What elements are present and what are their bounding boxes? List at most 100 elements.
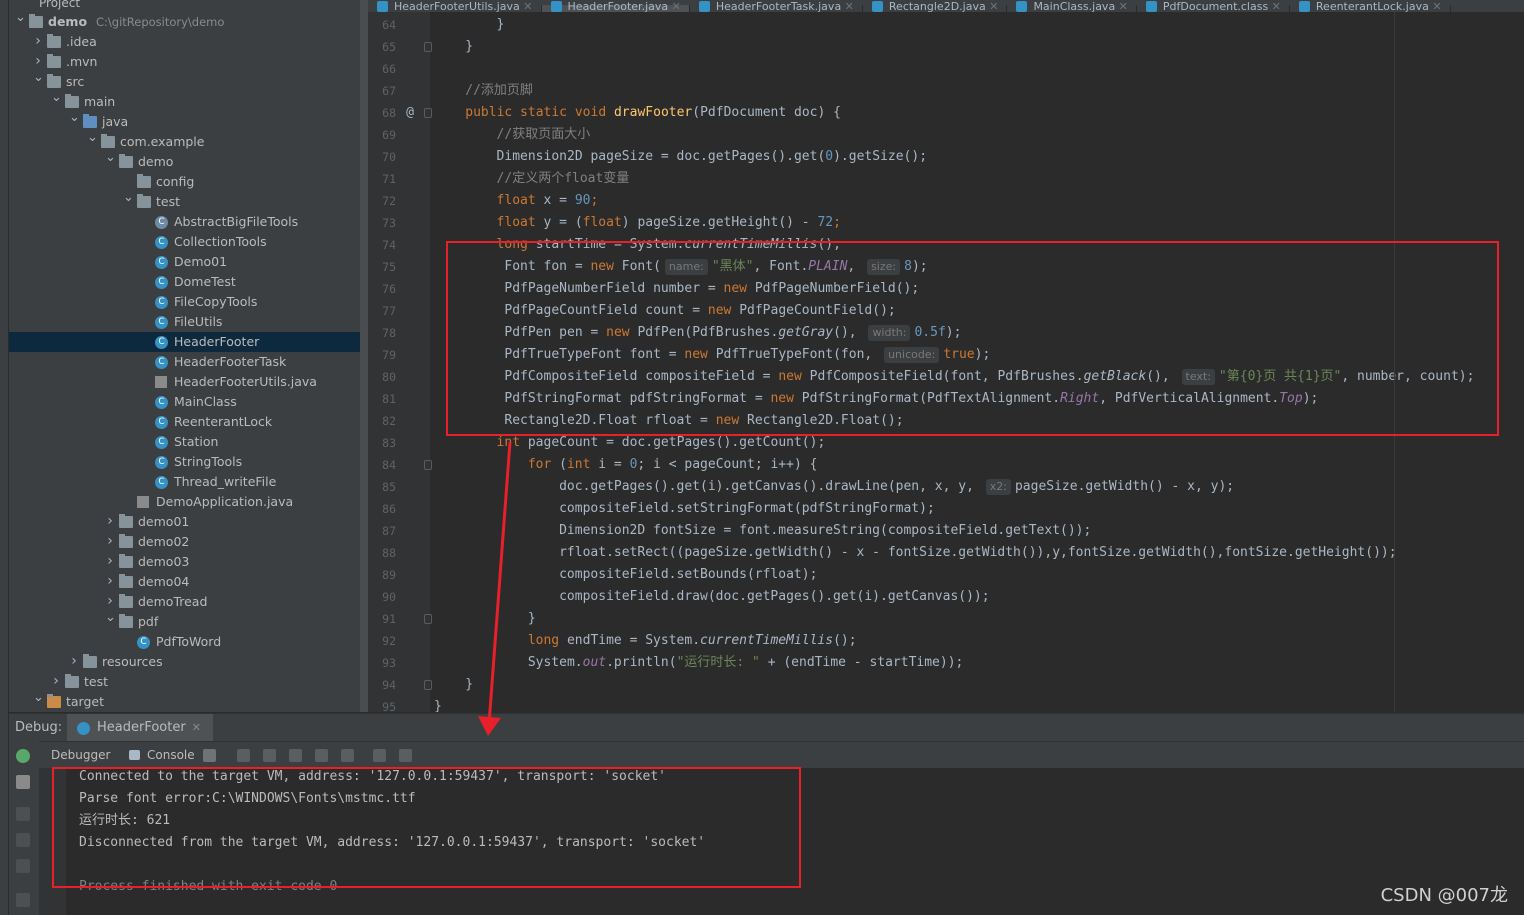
tree-item-java[interactable]: ⌄ java — [9, 111, 368, 132]
fold-icon[interactable] — [424, 614, 432, 624]
tree-item-dometest[interactable]: C DomeTest — [9, 272, 368, 292]
editor-tab[interactable]: Rectangle2D.java ✕ — [863, 1, 1008, 12]
chevron-down-icon[interactable]: ⌄ — [105, 151, 116, 164]
chevron-right-icon[interactable]: › — [105, 572, 115, 591]
code-editor[interactable]: }}//添加页脚 public static void drawFooter(Pd… — [430, 12, 1524, 712]
tree-item-resources[interactable]: › resources — [9, 652, 368, 672]
chevron-down-icon[interactable]: ⌄ — [105, 611, 116, 624]
close-icon[interactable]: ✕ — [1429, 0, 1441, 12]
chevron-right-icon[interactable]: › — [105, 552, 115, 571]
tree-item-demo03[interactable]: › demo03 — [9, 552, 368, 572]
project-scrollbar[interactable] — [360, 0, 368, 712]
tree-item-demo04[interactable]: › demo04 — [9, 572, 368, 592]
more-icon[interactable] — [16, 893, 30, 907]
fold-icon[interactable] — [424, 42, 432, 52]
tree-item-filecopytools[interactable]: C FileCopyTools — [9, 292, 368, 312]
tree-item-headerfooterutils-java[interactable]: HeaderFooterUtils.java — [9, 372, 368, 392]
console-output[interactable]: Connected to the target VM, address: '12… — [66, 768, 1524, 915]
tree-item-collectiontools[interactable]: C CollectionTools — [9, 232, 368, 252]
close-icon[interactable]: ✕ — [1115, 0, 1128, 12]
tree-item-headerfooter[interactable]: C HeaderFooter — [9, 332, 368, 352]
tree-item-abstractbigfiletools[interactable]: C AbstractBigFileTools — [9, 212, 368, 232]
bug-icon[interactable] — [16, 749, 30, 763]
tree-item-thread-writefile[interactable]: C Thread_writeFile — [9, 472, 368, 492]
tree-item-test[interactable]: › test — [9, 672, 368, 692]
tree-item-target[interactable]: ⌄ target — [9, 691, 368, 712]
evaluate-icon[interactable] — [373, 749, 386, 762]
tree-item-station[interactable]: C Station — [9, 432, 368, 452]
step-over-icon[interactable] — [263, 749, 276, 762]
fold-icon[interactable] — [424, 680, 432, 690]
close-icon[interactable]: ✕ — [1268, 0, 1281, 12]
tree-item-headerfootertask[interactable]: C HeaderFooterTask — [9, 352, 368, 372]
fold-icon[interactable] — [424, 108, 432, 118]
resume-icon[interactable] — [16, 807, 30, 821]
tree-item-fileutils[interactable]: C FileUtils — [9, 312, 368, 332]
chevron-down-icon[interactable]: ⌄ — [15, 11, 26, 24]
debug-session-tab[interactable]: HeaderFooter ✕ — [67, 714, 213, 742]
class-icon — [77, 722, 90, 735]
tree-item-demo01[interactable]: C Demo01 — [9, 252, 368, 272]
tree-item-pdftoword[interactable]: C PdfToWord — [9, 632, 368, 652]
trace-icon[interactable] — [399, 749, 412, 762]
chevron-right-icon[interactable]: › — [33, 52, 43, 71]
tree-item-main[interactable]: ⌄ main — [9, 91, 368, 112]
chevron-right-icon[interactable]: › — [105, 592, 115, 611]
editor-tab[interactable]: MainClass.java ✕ — [1007, 1, 1137, 12]
tree-item-demo01[interactable]: › demo01 — [9, 512, 368, 532]
tab-debugger[interactable]: Debugger — [51, 742, 110, 769]
editor-tab[interactable]: HeaderFooterUtils.java ✕ — [368, 1, 542, 12]
tree-item--idea[interactable]: › .idea — [9, 32, 368, 52]
tree-item--mvn[interactable]: › .mvn — [9, 52, 368, 72]
project-panel-header[interactable]: Project — [9, 0, 368, 10]
chevron-down-icon[interactable]: ⌄ — [123, 191, 134, 204]
chevron-right-icon[interactable]: › — [105, 532, 115, 551]
tree-item-demo[interactable]: ⌄ demo C:\gitRepository\demo — [9, 11, 368, 32]
close-icon[interactable]: ✕ — [986, 0, 998, 12]
chevron-right-icon[interactable]: › — [105, 512, 115, 531]
menu-icon[interactable] — [203, 749, 216, 762]
tree-item-com-example[interactable]: ⌄ com.example — [9, 131, 368, 152]
tree-item-config[interactable]: config — [9, 172, 368, 192]
editor-tab[interactable]: HeaderFooter.java ✕ — [541, 1, 690, 12]
tree-item-test[interactable]: ⌄ test — [9, 191, 368, 212]
close-icon[interactable]: ✕ — [841, 0, 854, 12]
chevron-down-icon[interactable]: ⌄ — [33, 71, 44, 84]
chevron-down-icon[interactable]: ⌄ — [87, 131, 98, 144]
tab-console[interactable]: Console — [147, 742, 195, 769]
step-out-icon[interactable] — [315, 749, 328, 762]
code-token: ; — [833, 215, 841, 230]
pause-icon[interactable] — [16, 833, 30, 847]
chevron-down-icon[interactable]: ⌄ — [69, 111, 80, 124]
tree-item-pdf[interactable]: ⌄ pdf — [9, 611, 368, 632]
code-token: long — [527, 633, 567, 648]
tree-item-src[interactable]: ⌄ src — [9, 71, 368, 92]
tree-item-demo[interactable]: ⌄ demo — [9, 151, 368, 172]
chevron-down-icon[interactable]: ⌄ — [33, 691, 44, 704]
java-file-icon — [1145, 1, 1157, 12]
tree-item-reenterantlock[interactable]: C ReenterantLock — [9, 412, 368, 432]
close-icon[interactable]: ✕ — [668, 0, 681, 12]
chevron-down-icon[interactable]: ⌄ — [51, 91, 62, 104]
tree-item-stringtools[interactable]: C StringTools — [9, 452, 368, 472]
editor-tab[interactable]: ReenterantLock.java ✕ — [1290, 1, 1451, 12]
tree-item-demoapplication-java[interactable]: DemoApplication.java — [9, 492, 368, 512]
run-to-cursor-icon[interactable] — [341, 749, 354, 762]
fold-icon[interactable] — [424, 460, 432, 470]
show-execution-point-icon[interactable] — [237, 749, 250, 762]
editor-tab[interactable]: PdfDocument.class ✕ — [1137, 1, 1290, 12]
stop-icon[interactable] — [16, 859, 30, 873]
chevron-right-icon[interactable]: › — [51, 672, 61, 691]
chevron-right-icon[interactable]: › — [69, 652, 79, 671]
close-icon[interactable]: ✕ — [520, 0, 532, 12]
tree-item-mainclass[interactable]: C MainClass — [9, 392, 368, 412]
wrench-icon[interactable] — [16, 775, 30, 789]
chevron-right-icon[interactable]: › — [33, 32, 43, 51]
close-icon[interactable]: ✕ — [192, 721, 201, 734]
tree-item-label: demo — [48, 14, 88, 29]
step-into-icon[interactable] — [289, 749, 302, 762]
editor-tab[interactable]: HeaderFooterTask.java ✕ — [690, 1, 863, 12]
override-marker-icon[interactable]: @ — [398, 102, 414, 124]
tree-item-demo02[interactable]: › demo02 — [9, 532, 368, 552]
tree-item-demotread[interactable]: › demoTread — [9, 592, 368, 612]
